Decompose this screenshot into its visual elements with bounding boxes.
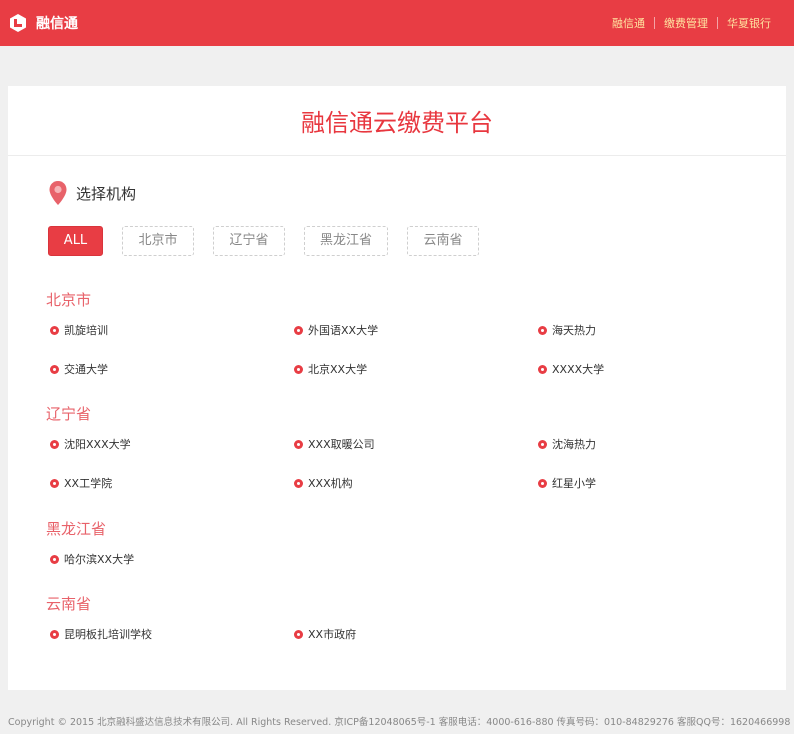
nav-item-huaxia-bank[interactable]: 华夏银行 — [718, 15, 780, 31]
region-filter-bar: ALL 北京市 辽宁省 黑龙江省 云南省 — [48, 226, 479, 256]
nav-item-payment-management[interactable]: 缴费管理 — [655, 15, 717, 31]
bullet-icon — [538, 364, 547, 374]
org-label: 红星小学 — [552, 477, 596, 490]
org-item[interactable]: 沈阳XXX大学 — [50, 436, 131, 452]
brand[interactable]: 融信通 — [8, 13, 78, 33]
bullet-icon — [294, 325, 303, 335]
logo-icon — [10, 14, 26, 32]
bullet-icon — [50, 439, 59, 449]
filter-heilongjiang[interactable]: 黑龙江省 — [304, 226, 388, 256]
top-nav: 融信通 缴费管理 华夏银行 — [603, 15, 780, 31]
bullet-icon — [50, 554, 59, 564]
region-liaoning: 辽宁省 — [46, 403, 91, 424]
org-label: 昆明板扎培训学校 — [64, 628, 152, 641]
filter-liaoning[interactable]: 辽宁省 — [213, 226, 285, 256]
org-label: XXXX大学 — [552, 363, 605, 376]
nav-item-rongxintong[interactable]: 融信通 — [603, 15, 654, 31]
region-title: 黑龙江省 — [46, 520, 107, 538]
org-label: 凯旋培训 — [64, 324, 108, 337]
org-label: 外国语XX大学 — [308, 324, 379, 337]
select-org-label: 选择机构 — [76, 184, 137, 203]
bullet-icon — [294, 364, 303, 374]
org-label: 海天热力 — [552, 324, 596, 337]
bullet-icon — [538, 439, 547, 449]
org-item[interactable]: 海天热力 — [538, 322, 596, 338]
main-panel: 融信通云缴费平台 选择机构 ALL 北京市 辽宁省 黑龙江省 云南省 北京市 凯… — [8, 86, 786, 690]
org-item[interactable]: 外国语XX大学 — [294, 322, 378, 338]
org-item[interactable]: 红星小学 — [538, 475, 596, 491]
bullet-icon — [538, 478, 547, 488]
bullet-icon — [50, 478, 59, 488]
org-item[interactable]: 哈尔滨XX大学 — [50, 551, 134, 567]
page-title: 融信通云缴费平台 — [8, 86, 786, 156]
org-item[interactable]: XXXX大学 — [538, 361, 604, 377]
org-item[interactable]: 沈海热力 — [538, 436, 596, 452]
region-beijing: 北京市 — [46, 289, 91, 310]
bullet-icon — [50, 364, 59, 374]
org-label: 北京XX大学 — [308, 363, 368, 376]
filter-all[interactable]: ALL — [48, 226, 103, 256]
footer-copyright: Copyright © 2015 北京融科盛达信息技术有限公司. All Rig… — [8, 717, 794, 728]
org-label: 哈尔滨XX大学 — [64, 553, 135, 566]
region-title: 辽宁省 — [46, 405, 92, 423]
org-label: 沈海热力 — [552, 438, 596, 451]
org-item[interactable]: 昆明板扎培训学校 — [50, 626, 152, 642]
bullet-icon — [294, 439, 303, 449]
org-item[interactable]: 北京XX大学 — [294, 361, 367, 377]
region-yunnan: 云南省 — [46, 593, 91, 614]
filter-beijing[interactable]: 北京市 — [122, 226, 194, 256]
bullet-icon — [538, 325, 547, 335]
org-item[interactable]: XX工学院 — [50, 475, 112, 491]
org-label: XXX机构 — [308, 477, 353, 490]
bullet-icon — [294, 478, 303, 488]
org-label: XX工学院 — [64, 477, 113, 490]
bullet-icon — [50, 629, 59, 639]
org-item[interactable]: XX市政府 — [294, 626, 356, 642]
bullet-icon — [50, 325, 59, 335]
org-item[interactable]: XXX机构 — [294, 475, 353, 491]
org-label: XX市政府 — [308, 628, 357, 641]
org-item[interactable]: 凯旋培训 — [50, 322, 108, 338]
region-heilongjiang: 黑龙江省 — [46, 518, 106, 539]
org-item[interactable]: 交通大学 — [50, 361, 108, 377]
org-label: 交通大学 — [64, 363, 108, 376]
org-item[interactable]: XXX取暖公司 — [294, 436, 375, 452]
select-org-heading: 选择机构 — [48, 180, 136, 206]
bullet-icon — [294, 629, 303, 639]
filter-yunnan[interactable]: 云南省 — [407, 226, 479, 256]
brand-name: 融信通 — [36, 16, 78, 32]
region-title: 云南省 — [46, 595, 92, 613]
org-label: XXX取暖公司 — [308, 438, 375, 451]
region-title: 北京市 — [46, 291, 92, 309]
location-pin-icon — [49, 181, 67, 205]
org-label: 沈阳XXX大学 — [64, 438, 131, 451]
top-bar: 融信通 融信通 缴费管理 华夏银行 — [0, 0, 794, 46]
